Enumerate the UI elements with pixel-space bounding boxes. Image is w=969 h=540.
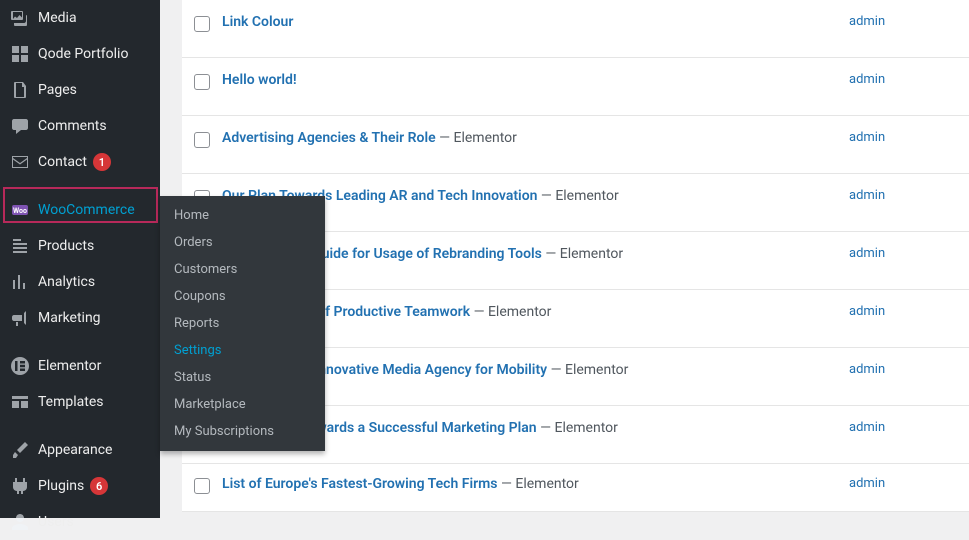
table-row: Advertising Agencies & Their Role — Elem… — [182, 116, 969, 174]
sidebar-item-label: Comments — [38, 118, 107, 134]
brush-icon — [10, 440, 30, 460]
table-row: List of Europe's Fastest-Growing Tech Fi… — [182, 464, 969, 512]
sidebar-item-label: Contact — [38, 154, 87, 170]
sidebar-separator — [0, 420, 160, 432]
sidebar-item-marketing[interactable]: Marketing — [0, 300, 160, 336]
builder-suffix: — Elementor — [498, 476, 579, 492]
submenu-item-marketplace[interactable]: Marketplace — [160, 391, 325, 418]
user-icon — [10, 512, 30, 532]
submenu-item-subscriptions[interactable]: My Subscriptions — [160, 418, 325, 445]
table-row: Link Colour admin — [182, 0, 969, 58]
page-icon — [10, 80, 30, 100]
admin-sidebar: Media Qode Portfolio Pages Comments Cont… — [0, 0, 160, 518]
author-link[interactable]: admin — [849, 304, 885, 319]
grid-icon — [10, 44, 30, 64]
author-link[interactable]: admin — [849, 476, 885, 491]
builder-suffix: — Elementor — [537, 420, 618, 436]
post-title-link[interactable]: Advertising Agencies & Their Role — [222, 130, 436, 146]
mail-icon — [10, 152, 30, 172]
sidebar-item-media[interactable]: Media — [0, 0, 160, 36]
table-row: Hello world! admin — [182, 58, 969, 116]
sidebar-item-label: Analytics — [38, 274, 95, 290]
sidebar-item-label: Users — [38, 514, 74, 530]
row-checkbox[interactable] — [194, 74, 210, 90]
sidebar-item-label: Appearance — [38, 442, 112, 458]
templates-icon — [10, 392, 30, 412]
woocommerce-submenu: Home Orders Customers Coupons Reports Se… — [160, 196, 325, 451]
media-icon — [10, 8, 30, 28]
row-checkbox[interactable] — [194, 132, 210, 148]
author-link[interactable]: admin — [849, 362, 885, 377]
author-link[interactable]: admin — [849, 420, 885, 435]
sidebar-item-pages[interactable]: Pages — [0, 72, 160, 108]
author-link[interactable]: admin — [849, 188, 885, 203]
row-checkbox[interactable] — [194, 478, 210, 494]
sidebar-item-label: Qode Portfolio — [38, 46, 128, 62]
submenu-item-status[interactable]: Status — [160, 364, 325, 391]
sidebar-item-woocommerce[interactable]: Woo WooCommerce — [0, 192, 160, 228]
builder-suffix: — Elementor — [470, 304, 551, 320]
sidebar-item-label: Products — [38, 238, 94, 254]
post-title-link[interactable]: List of Europe's Fastest-Growing Tech Fi… — [222, 476, 498, 492]
sidebar-item-label: Templates — [38, 394, 104, 410]
submenu-item-settings[interactable]: Settings — [160, 337, 325, 364]
sidebar-separator — [0, 336, 160, 348]
submenu-item-orders[interactable]: Orders — [160, 229, 325, 256]
builder-suffix: — Elementor — [547, 362, 628, 378]
sidebar-item-appearance[interactable]: Appearance — [0, 432, 160, 468]
submenu-item-home[interactable]: Home — [160, 202, 325, 229]
sidebar-separator — [0, 180, 160, 192]
sidebar-item-analytics[interactable]: Analytics — [0, 264, 160, 300]
sidebar-item-label: Marketing — [38, 310, 101, 326]
post-title-link[interactable]: Link Colour — [222, 14, 293, 30]
sidebar-item-products[interactable]: Products — [0, 228, 160, 264]
sidebar-item-comments[interactable]: Comments — [0, 108, 160, 144]
submenu-item-coupons[interactable]: Coupons — [160, 283, 325, 310]
sidebar-item-label: Pages — [38, 82, 77, 98]
analytics-icon — [10, 272, 30, 292]
submenu-item-reports[interactable]: Reports — [160, 310, 325, 337]
builder-suffix: — Elementor — [542, 246, 623, 262]
svg-text:Woo: Woo — [13, 207, 27, 215]
builder-suffix: — Elementor — [436, 130, 517, 146]
author-link[interactable]: admin — [849, 72, 885, 87]
author-link[interactable]: admin — [849, 130, 885, 145]
author-link[interactable]: admin — [849, 14, 885, 29]
sidebar-item-label: Media — [38, 10, 77, 26]
elementor-icon — [10, 356, 30, 376]
post-title-link[interactable]: Hello world! — [222, 72, 297, 88]
sidebar-item-users[interactable]: Users — [0, 504, 160, 540]
sidebar-item-elementor[interactable]: Elementor — [0, 348, 160, 384]
submenu-item-customers[interactable]: Customers — [160, 256, 325, 283]
plugin-icon — [10, 476, 30, 496]
sidebar-item-label: WooCommerce — [38, 202, 135, 218]
woocommerce-icon: Woo — [10, 200, 30, 220]
sidebar-item-label: Plugins — [38, 478, 84, 494]
sidebar-item-label: Elementor — [38, 358, 101, 374]
products-icon — [10, 236, 30, 256]
sidebar-item-plugins[interactable]: Plugins 6 — [0, 468, 160, 504]
megaphone-icon — [10, 308, 30, 328]
sidebar-item-contact[interactable]: Contact 1 — [0, 144, 160, 180]
comments-icon — [10, 116, 30, 136]
contact-badge: 1 — [93, 153, 111, 171]
sidebar-item-qode-portfolio[interactable]: Qode Portfolio — [0, 36, 160, 72]
sidebar-item-templates[interactable]: Templates — [0, 384, 160, 420]
plugins-badge: 6 — [90, 477, 108, 495]
author-link[interactable]: admin — [849, 246, 885, 261]
row-checkbox[interactable] — [194, 16, 210, 32]
builder-suffix: — Elementor — [537, 188, 618, 204]
